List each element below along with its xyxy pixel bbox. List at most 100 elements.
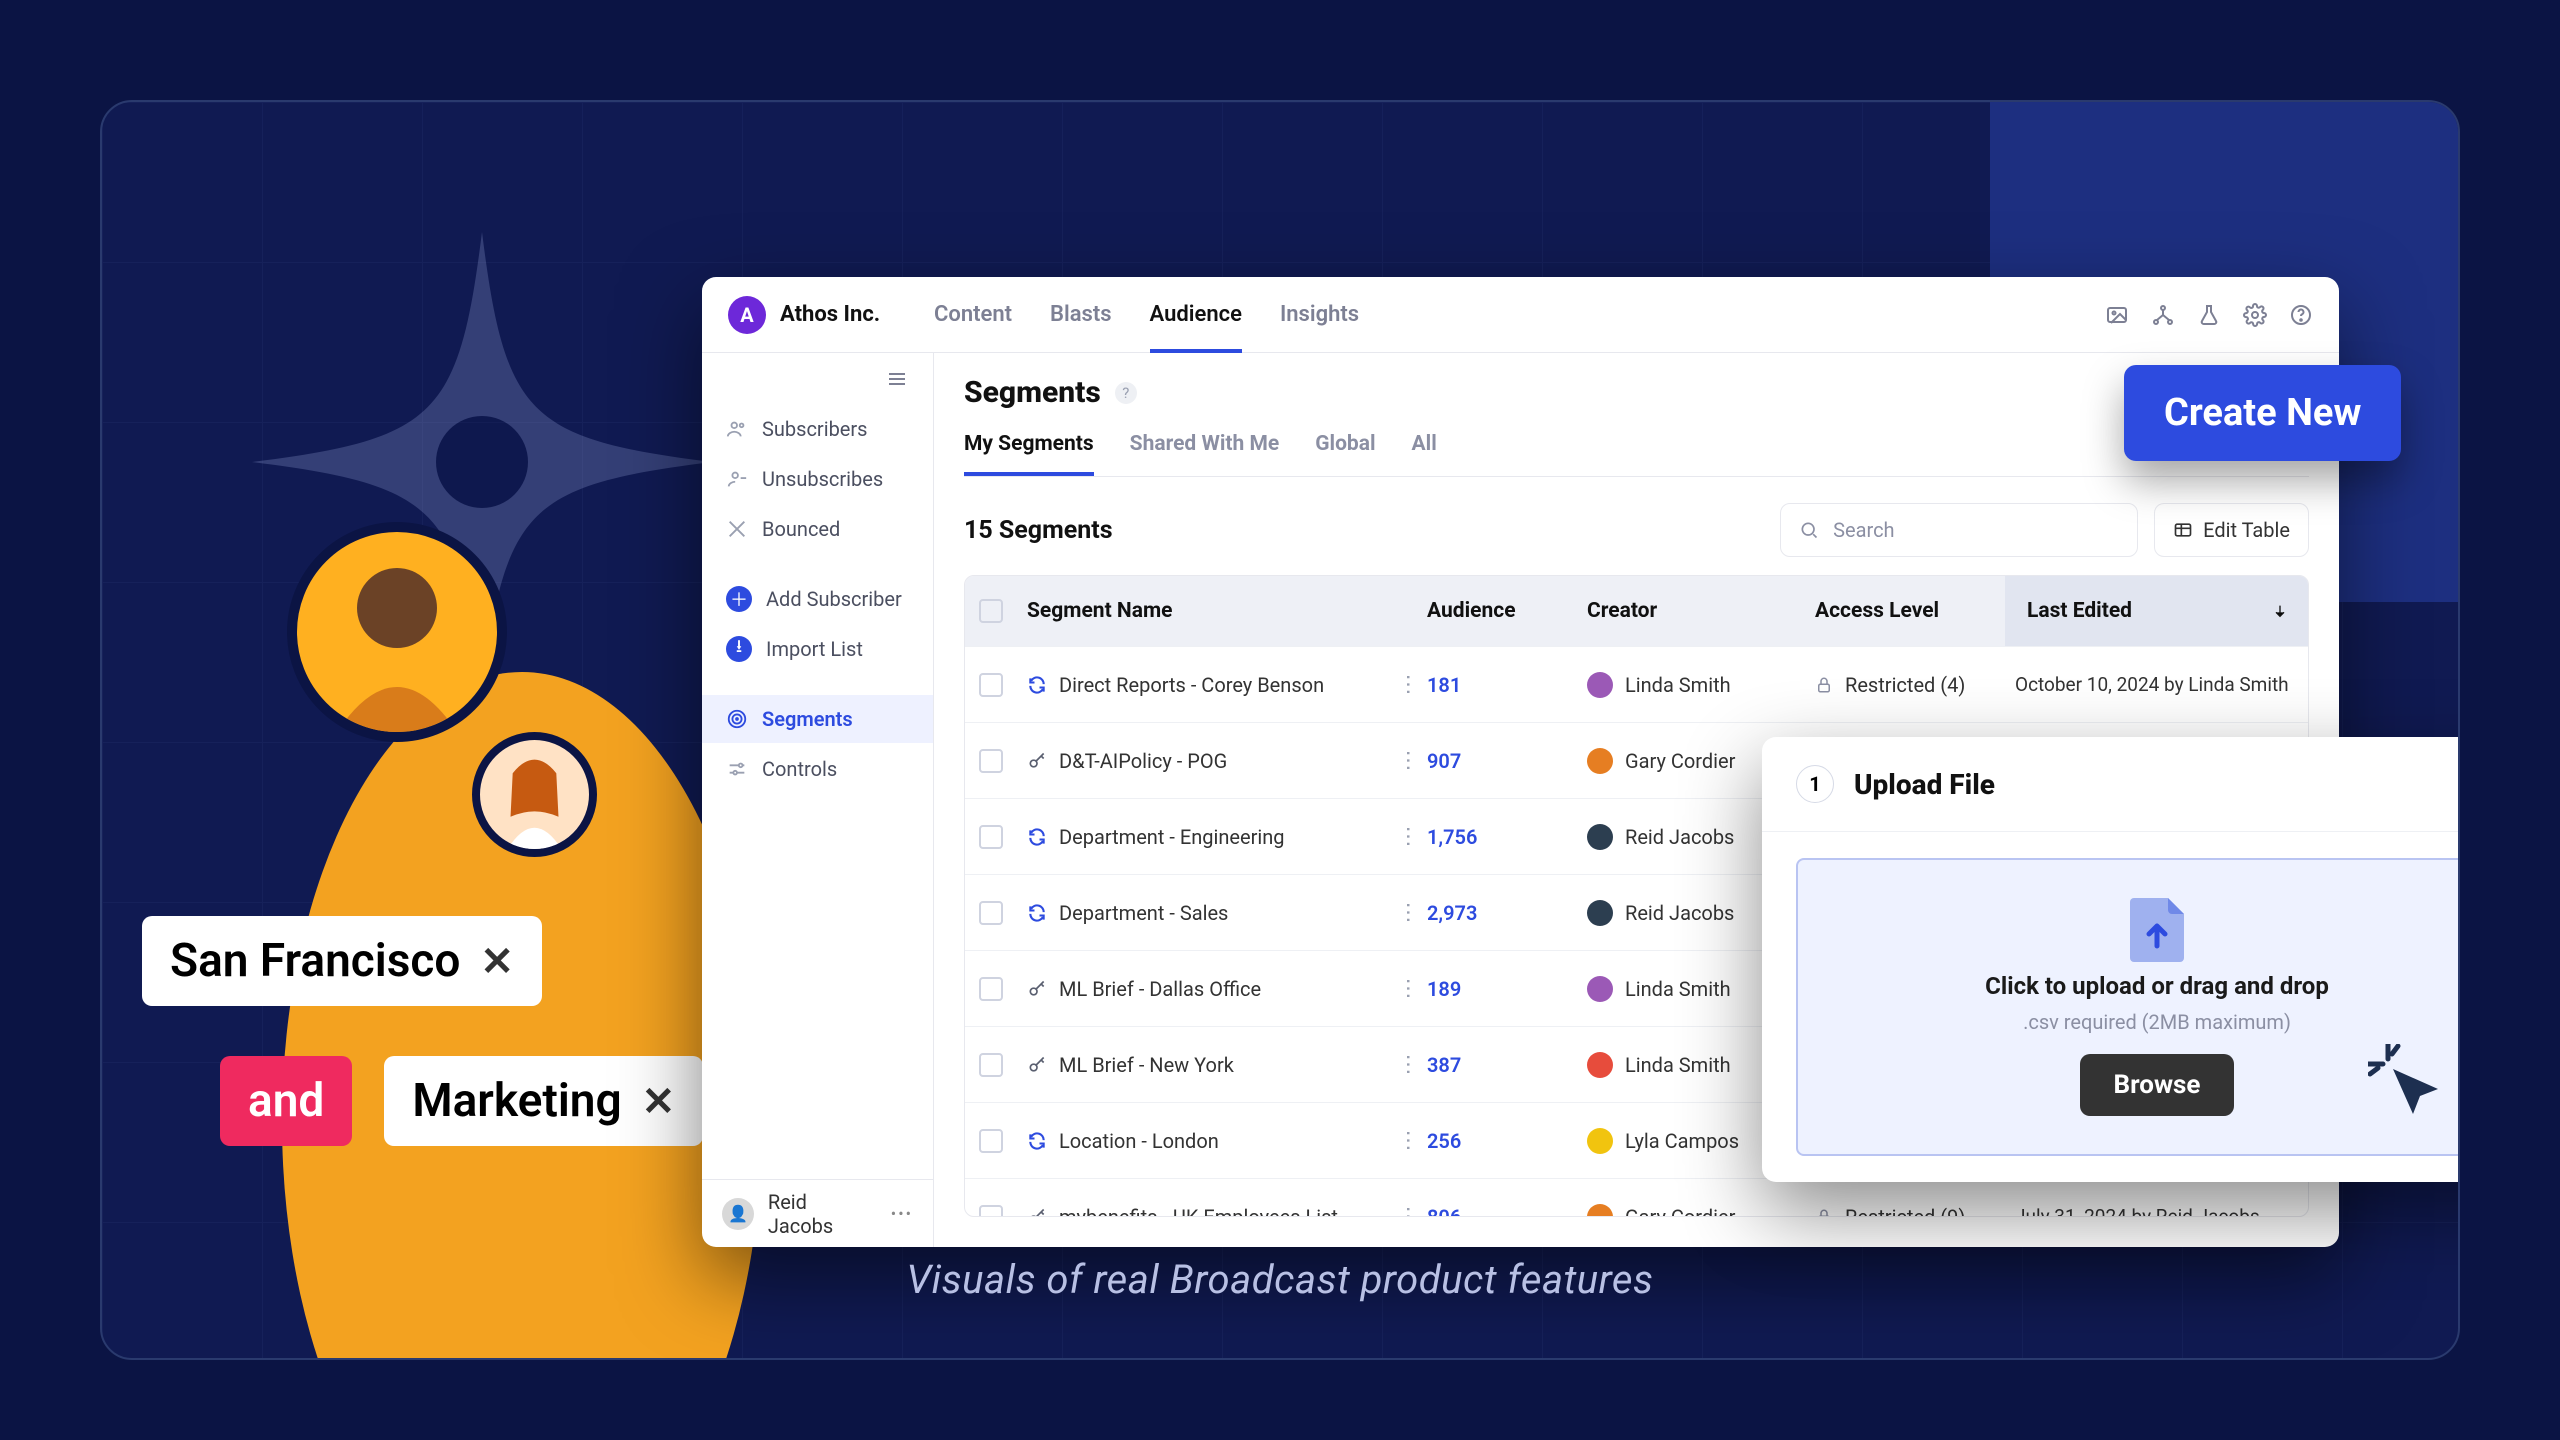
row-menu-icon[interactable]: ⋯ xyxy=(1396,750,1421,772)
sidebar: Subscribers Unsubscribes Bounced ＋Add Su… xyxy=(702,353,934,1247)
audience-count[interactable]: 806 xyxy=(1427,1205,1461,1218)
plus-circle-icon: ＋ xyxy=(726,586,752,612)
search-icon xyxy=(1799,520,1819,540)
tab-all[interactable]: All xyxy=(1412,432,1437,476)
row-menu-icon[interactable]: ⋯ xyxy=(1396,674,1421,696)
filter-tag-label: Marketing xyxy=(412,1074,621,1128)
row-checkbox[interactable] xyxy=(979,749,1003,773)
avatar-icon xyxy=(1587,824,1613,850)
creator-name: Reid Jacobs xyxy=(1625,901,1734,925)
audience-count[interactable]: 256 xyxy=(1427,1129,1461,1153)
creator-name: Linda Smith xyxy=(1625,977,1731,1001)
tab-shared-with-me[interactable]: Shared With Me xyxy=(1130,432,1280,476)
upload-dropzone[interactable]: Click to upload or drag and drop .csv re… xyxy=(1796,858,2460,1156)
table-row[interactable]: Direct Reports - Corey Benson⋯181Linda S… xyxy=(965,646,2308,722)
top-bar: A Athos Inc. Content Blasts Audience Ins… xyxy=(702,277,2339,353)
org-icon[interactable] xyxy=(2151,303,2175,327)
sidebar-item-segments[interactable]: Segments xyxy=(702,695,933,743)
sidebar-item-unsubscribes[interactable]: Unsubscribes xyxy=(712,455,923,503)
audience-count[interactable]: 2,973 xyxy=(1427,901,1477,925)
audience-count[interactable]: 907 xyxy=(1427,749,1461,773)
sync-icon xyxy=(1027,675,1047,695)
image-icon[interactable] xyxy=(2105,303,2129,327)
cursor-icon xyxy=(2368,1044,2448,1124)
avatar-icon: 👤 xyxy=(722,1198,754,1230)
col-last-edited[interactable]: Last Edited xyxy=(2005,576,2309,646)
brand-logo-icon: A xyxy=(728,296,766,334)
filter-tag-marketing[interactable]: Marketing ✕ xyxy=(384,1056,703,1146)
row-checkbox[interactable] xyxy=(979,977,1003,1001)
nav-blasts[interactable]: Blasts xyxy=(1050,277,1112,353)
close-icon[interactable]: ✕ xyxy=(642,1078,676,1125)
audience-count[interactable]: 189 xyxy=(1427,977,1461,1001)
tab-my-segments[interactable]: My Segments xyxy=(964,432,1094,476)
sync-icon xyxy=(1027,903,1047,923)
audience-count[interactable]: 387 xyxy=(1427,1053,1461,1077)
segment-name: mybenefits - UK Employees List xyxy=(1059,1205,1338,1218)
creator-name: Reid Jacobs xyxy=(1625,825,1734,849)
key-icon xyxy=(1027,751,1047,771)
row-menu-icon[interactable]: ⋯ xyxy=(1396,1054,1421,1076)
row-menu-icon[interactable]: ⋯ xyxy=(1396,1206,1421,1218)
nav-insights[interactable]: Insights xyxy=(1280,277,1359,353)
sync-icon xyxy=(1027,827,1047,847)
sync-icon xyxy=(1027,1131,1047,1151)
upload-circle-icon: ⭳ xyxy=(726,636,752,662)
search-input[interactable]: Search xyxy=(1780,503,2138,557)
sidebar-item-subscribers[interactable]: Subscribers xyxy=(712,405,923,453)
sidebar-item-label: Bounced xyxy=(762,517,840,541)
sidebar-item-label: Controls xyxy=(762,757,837,781)
browse-button[interactable]: Browse xyxy=(2080,1054,2235,1116)
sidebar-item-add-subscriber[interactable]: ＋Add Subscriber xyxy=(712,575,923,623)
sidebar-footer-user[interactable]: 👤 Reid Jacobs ••• xyxy=(702,1179,933,1247)
close-icon[interactable]: ✕ xyxy=(480,938,514,985)
row-checkbox[interactable] xyxy=(979,1053,1003,1077)
filter-tag-city[interactable]: San Francisco ✕ xyxy=(142,916,542,1006)
top-nav: Content Blasts Audience Insights xyxy=(934,277,1359,353)
sidebar-item-bounced[interactable]: Bounced xyxy=(712,505,923,553)
select-all-checkbox[interactable] xyxy=(979,599,1003,623)
row-menu-icon[interactable]: ⋯ xyxy=(1396,978,1421,1000)
audience-count[interactable]: 181 xyxy=(1427,673,1461,697)
tab-global[interactable]: Global xyxy=(1315,432,1375,476)
user-minus-icon xyxy=(726,468,748,490)
sidebar-item-label: Unsubscribes xyxy=(762,467,883,491)
table-row[interactable]: mybenefits - UK Employees List⋯806Gary C… xyxy=(965,1178,2308,1217)
row-checkbox[interactable] xyxy=(979,1129,1003,1153)
col-creator[interactable]: Creator xyxy=(1577,599,1805,623)
target-icon xyxy=(726,708,748,730)
avatar-icon xyxy=(1587,1052,1613,1078)
row-menu-icon[interactable]: ⋯ xyxy=(1396,902,1421,924)
edit-table-button[interactable]: Edit Table xyxy=(2154,503,2309,557)
gear-icon[interactable] xyxy=(2243,303,2267,327)
col-access-level[interactable]: Access Level xyxy=(1805,599,2005,623)
segment-name: ML Brief - New York xyxy=(1059,1053,1234,1077)
edit-table-label: Edit Table xyxy=(2203,518,2290,542)
more-icon[interactable]: ••• xyxy=(891,1204,913,1223)
col-segment-name[interactable]: Segment Name xyxy=(1017,599,1387,623)
help-icon[interactable] xyxy=(2289,303,2313,327)
col-audience[interactable]: Audience xyxy=(1417,599,1577,623)
row-checkbox[interactable] xyxy=(979,1205,1003,1218)
row-checkbox[interactable] xyxy=(979,673,1003,697)
flask-icon[interactable] xyxy=(2197,303,2221,327)
audience-count[interactable]: 1,756 xyxy=(1427,825,1477,849)
nav-audience[interactable]: Audience xyxy=(1150,277,1242,353)
table-icon xyxy=(2173,520,2193,540)
help-icon[interactable]: ? xyxy=(1115,382,1137,404)
row-checkbox[interactable] xyxy=(979,825,1003,849)
key-icon xyxy=(1027,1055,1047,1075)
lock-icon xyxy=(1815,676,1833,694)
sidebar-item-controls[interactable]: Controls xyxy=(712,745,923,793)
nav-content[interactable]: Content xyxy=(934,277,1012,353)
row-menu-icon[interactable]: ⋯ xyxy=(1396,1130,1421,1152)
decorative-avatar-medium xyxy=(472,732,597,857)
row-checkbox[interactable] xyxy=(979,901,1003,925)
brand[interactable]: A Athos Inc. xyxy=(728,296,934,334)
hamburger-icon[interactable] xyxy=(702,353,933,405)
sidebar-item-import-list[interactable]: ⭳Import List xyxy=(712,625,923,673)
row-menu-icon[interactable]: ⋯ xyxy=(1396,826,1421,848)
sort-desc-icon xyxy=(2272,603,2288,619)
create-new-button[interactable]: Create New xyxy=(2124,365,2401,461)
segment-name: Department - Engineering xyxy=(1059,825,1285,849)
